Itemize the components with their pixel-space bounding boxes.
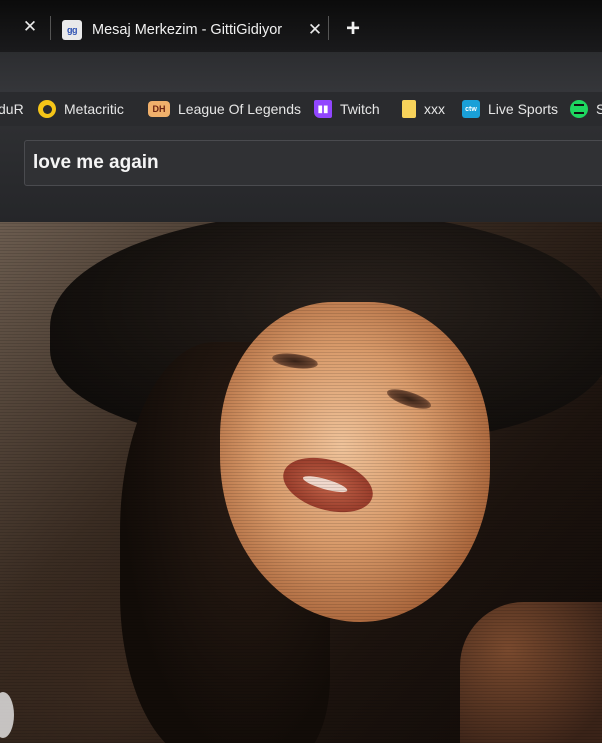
metacritic-icon [38, 100, 56, 118]
screen-glare [0, 692, 14, 738]
bookmark-label: Twitch [340, 101, 380, 117]
browser-toolbar [0, 52, 602, 92]
bookmark-metacritic[interactable]: Metacritic [38, 98, 124, 120]
bookmark-label: S [596, 101, 602, 117]
bookmark-label: Metacritic [64, 101, 124, 117]
video-frame-shoulder [460, 602, 602, 743]
document-icon [402, 100, 416, 118]
tab-gittigidiyor[interactable]: gg Mesaj Merkezim - GittiGidiyor ✕ [56, 10, 324, 50]
bookmark-league-of-legends[interactable]: DH League Of Legends [148, 98, 301, 120]
bookmark-spotify[interactable]: S [570, 98, 602, 120]
search-input[interactable]: love me again [24, 140, 602, 186]
new-tab-plus-icon[interactable]: + [340, 16, 366, 42]
bookmark-dur[interactable]: duR [0, 98, 24, 120]
tab-separator [50, 16, 51, 40]
bookmark-label: Live Sports [488, 101, 559, 117]
gittigidiyor-favicon-icon: gg [62, 20, 82, 40]
bookmark-label: duR [0, 101, 24, 117]
tab-title: Mesaj Merkezim - GittiGidiyor [92, 22, 283, 38]
dh-icon: DH [148, 101, 170, 117]
tab-strip: ✕ gg Mesaj Merkezim - GittiGidiyor ✕ + [0, 0, 602, 52]
close-icon[interactable]: ✕ [20, 17, 40, 37]
live-sports-icon: ctw [462, 100, 480, 118]
search-area: love me again [0, 126, 602, 222]
bookmarks-bar: duR Metacritic DH League Of Legends ▮▮ T… [0, 92, 602, 126]
spotify-icon [570, 100, 588, 118]
video-player[interactable] [0, 222, 602, 743]
bookmark-twitch[interactable]: ▮▮ Twitch [314, 98, 380, 120]
bookmark-xxx[interactable]: xxx [402, 98, 445, 120]
tab-separator [328, 16, 329, 40]
twitch-icon: ▮▮ [314, 100, 332, 118]
bookmark-live-sports[interactable]: ctw Live Sports [462, 98, 558, 120]
close-icon[interactable]: ✕ [306, 20, 324, 40]
bookmark-label: League Of Legends [178, 101, 301, 117]
bookmark-label: xxx [424, 101, 445, 117]
